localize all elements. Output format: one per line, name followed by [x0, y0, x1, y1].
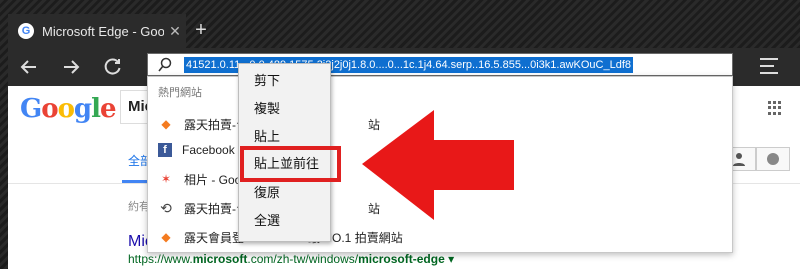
browser-tab[interactable]: G Microsoft Edge - Googl ✕	[8, 14, 186, 48]
history-icon: ⟲	[160, 199, 172, 216]
result-url[interactable]: https://www.microsoft.com/zh-tw/windows/…	[128, 252, 454, 266]
refresh-icon[interactable]	[98, 53, 128, 81]
close-tab-icon[interactable]: ✕	[164, 23, 186, 40]
ruten-icon: ◆	[161, 117, 171, 131]
apps-grid-icon[interactable]	[768, 101, 782, 115]
top-sites-header: 熱門網站	[158, 87, 202, 99]
tab-title: Microsoft Edge - Googl	[42, 23, 164, 39]
menu-icon[interactable]	[756, 55, 782, 77]
highlight-annotation	[240, 146, 341, 182]
address-bar[interactable]: 41521.0.11...0.0.489.1575.3j2j2j0j1.8.0.…	[147, 53, 733, 76]
photos-icon: ✶	[160, 172, 172, 186]
red-arrow-annotation	[362, 110, 514, 220]
suggestion-item[interactable]: f Facebook	[158, 137, 235, 163]
facebook-icon: f	[158, 143, 172, 157]
new-tab-button[interactable]: +	[190, 17, 212, 43]
forward-icon[interactable]	[56, 53, 86, 81]
google-favicon-icon: G	[18, 23, 34, 39]
search-icon	[157, 57, 173, 73]
google-logo[interactable]: Google	[20, 94, 117, 128]
context-item-cut[interactable]: 剪下	[254, 72, 280, 90]
ruten-icon: ◆	[161, 230, 171, 244]
context-item-copy[interactable]: 複製	[254, 100, 280, 118]
context-item-paste[interactable]: 貼上	[254, 128, 280, 146]
context-item-select-all[interactable]: 全選	[254, 212, 280, 230]
context-item-undo[interactable]: 復原	[254, 184, 280, 202]
globe-icon[interactable]	[756, 147, 790, 171]
back-icon[interactable]	[14, 53, 44, 81]
suggestion-item[interactable]: ✶ 相片 - Goog	[158, 166, 248, 192]
